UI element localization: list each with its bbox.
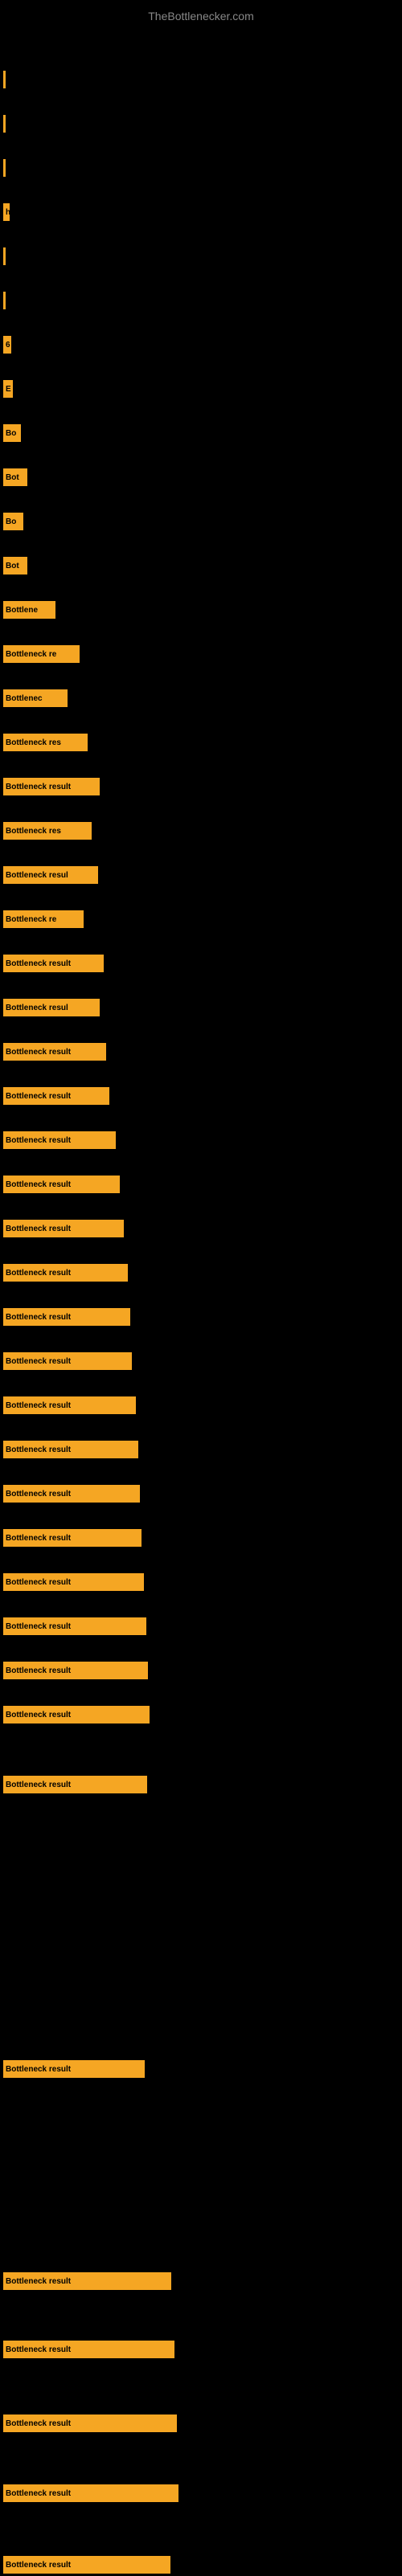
bar-fill: Bottleneck res (3, 822, 92, 840)
bar-fill: Bottleneck result (3, 2484, 178, 2502)
bar-item: Bottleneck result (3, 1085, 109, 1107)
bar-fill: Bottleneck result (3, 1441, 138, 1458)
bar-item: Bottleneck resul (3, 996, 100, 1019)
bar-fill: Bo (3, 424, 21, 442)
bar-fill: Bottleneck result (3, 2414, 177, 2432)
bar-item: 6 (3, 333, 11, 356)
bar-fill: Bottleneck result (3, 1087, 109, 1105)
bar-fill: Bottleneck result (3, 1485, 140, 1503)
bar-item: Bottleneck result (3, 2058, 145, 2080)
bar-fill: Bottleneck result (3, 1706, 150, 1723)
bar-item: Bottleneck res (3, 731, 88, 754)
bar-fill: Bottleneck result (3, 1662, 148, 1679)
bar-fill: Bottleneck result (3, 1396, 136, 1414)
bar-item: Bottleneck resul (3, 864, 98, 886)
bar-fill (3, 159, 6, 177)
bar-item: Bottleneck result (3, 775, 100, 798)
bar-item: Bottleneck result (3, 1773, 147, 1796)
bar-item: Bottleneck result (3, 2554, 170, 2576)
bar-item: Bottleneck result (3, 1306, 130, 1328)
bar-fill: Bottleneck result (3, 1776, 147, 1793)
bar-item: Bottleneck result (3, 1350, 132, 1372)
bar-item: Bottleneck result (3, 1615, 146, 1638)
bar-fill: Bottleneck res (3, 734, 88, 751)
bar-item: Bo (3, 422, 21, 444)
bar-fill: Bottleneck result (3, 1176, 120, 1193)
bar-item (3, 245, 6, 268)
bar-item: Bottleneck result (3, 2412, 177, 2435)
bar-fill: Bottleneck result (3, 1131, 116, 1149)
bar-fill: Bottleneck result (3, 955, 104, 972)
bar-fill: Bottlenec (3, 689, 68, 707)
bar-item: Bottlenec (3, 687, 68, 709)
bar-fill: Bottleneck result (3, 2272, 171, 2290)
bar-fill: Bot (3, 468, 27, 486)
bar-item (3, 68, 6, 91)
bar-item: Bottlene (3, 599, 55, 621)
bar-fill: Bottleneck result (3, 1529, 142, 1547)
bar-item: Bottleneck result (3, 1659, 148, 1682)
bar-fill: Bottleneck resul (3, 866, 98, 884)
bar-item (3, 289, 6, 312)
bar-fill (3, 292, 6, 309)
bar-fill: E (3, 380, 13, 398)
bar-fill (3, 71, 6, 88)
bar-fill: Bottlene (3, 601, 55, 619)
bar-item (3, 157, 6, 179)
bar-item: Bottleneck result (3, 1438, 138, 1461)
bar-item: E (3, 378, 13, 400)
bar-item: Bottleneck result (3, 1527, 142, 1549)
bar-fill: Bottleneck re (3, 910, 84, 928)
bar-fill: Bot (3, 557, 27, 574)
bar-fill: Bottleneck result (3, 1264, 128, 1282)
bar-item: Bottleneck result (3, 1482, 140, 1505)
bar-item: Bottleneck result (3, 1703, 150, 1726)
bar-fill: h (3, 203, 10, 221)
bar-fill (3, 247, 6, 265)
bar-item: Bottleneck re (3, 643, 80, 665)
bar-item: Bottleneck result (3, 2482, 178, 2504)
bar-fill: 6 (3, 336, 11, 354)
bar-item: Bottleneck result (3, 1571, 144, 1593)
bar-item: Bottleneck res (3, 820, 92, 842)
bar-item: Bottleneck result (3, 2338, 174, 2361)
bar-fill: Bottleneck result (3, 1220, 124, 1237)
bar-item: Bot (3, 554, 27, 577)
bar-fill: Bottleneck re (3, 645, 80, 663)
bar-item: h (3, 201, 10, 223)
bar-fill (3, 115, 6, 133)
bar-fill: Bottleneck result (3, 1308, 130, 1326)
bar-item: Bottleneck re (3, 908, 84, 930)
bar-item: Bo (3, 510, 23, 533)
bar-item: Bottleneck result (3, 1394, 136, 1417)
bar-fill: Bo (3, 513, 23, 530)
bar-item: Bottleneck result (3, 1217, 124, 1240)
bar-fill: Bottleneck result (3, 2341, 174, 2358)
bar-fill: Bottleneck result (3, 1573, 144, 1591)
bar-item: Bottleneck result (3, 1173, 120, 1196)
bar-item (3, 112, 6, 135)
bar-item: Bottleneck result (3, 1261, 128, 1284)
bar-fill: Bottleneck result (3, 1352, 132, 1370)
bar-fill: Bottleneck result (3, 1043, 106, 1061)
bar-item: Bottleneck result (3, 2270, 171, 2292)
bar-fill: Bottleneck result (3, 778, 100, 795)
bar-item: Bottleneck result (3, 952, 104, 975)
bar-fill: Bottleneck resul (3, 999, 100, 1016)
bar-fill: Bottleneck result (3, 2060, 145, 2078)
bar-fill: Bottleneck result (3, 1617, 146, 1635)
bar-item: Bottleneck result (3, 1129, 116, 1151)
bar-item: Bottleneck result (3, 1041, 106, 1063)
bar-item: Bot (3, 466, 27, 489)
